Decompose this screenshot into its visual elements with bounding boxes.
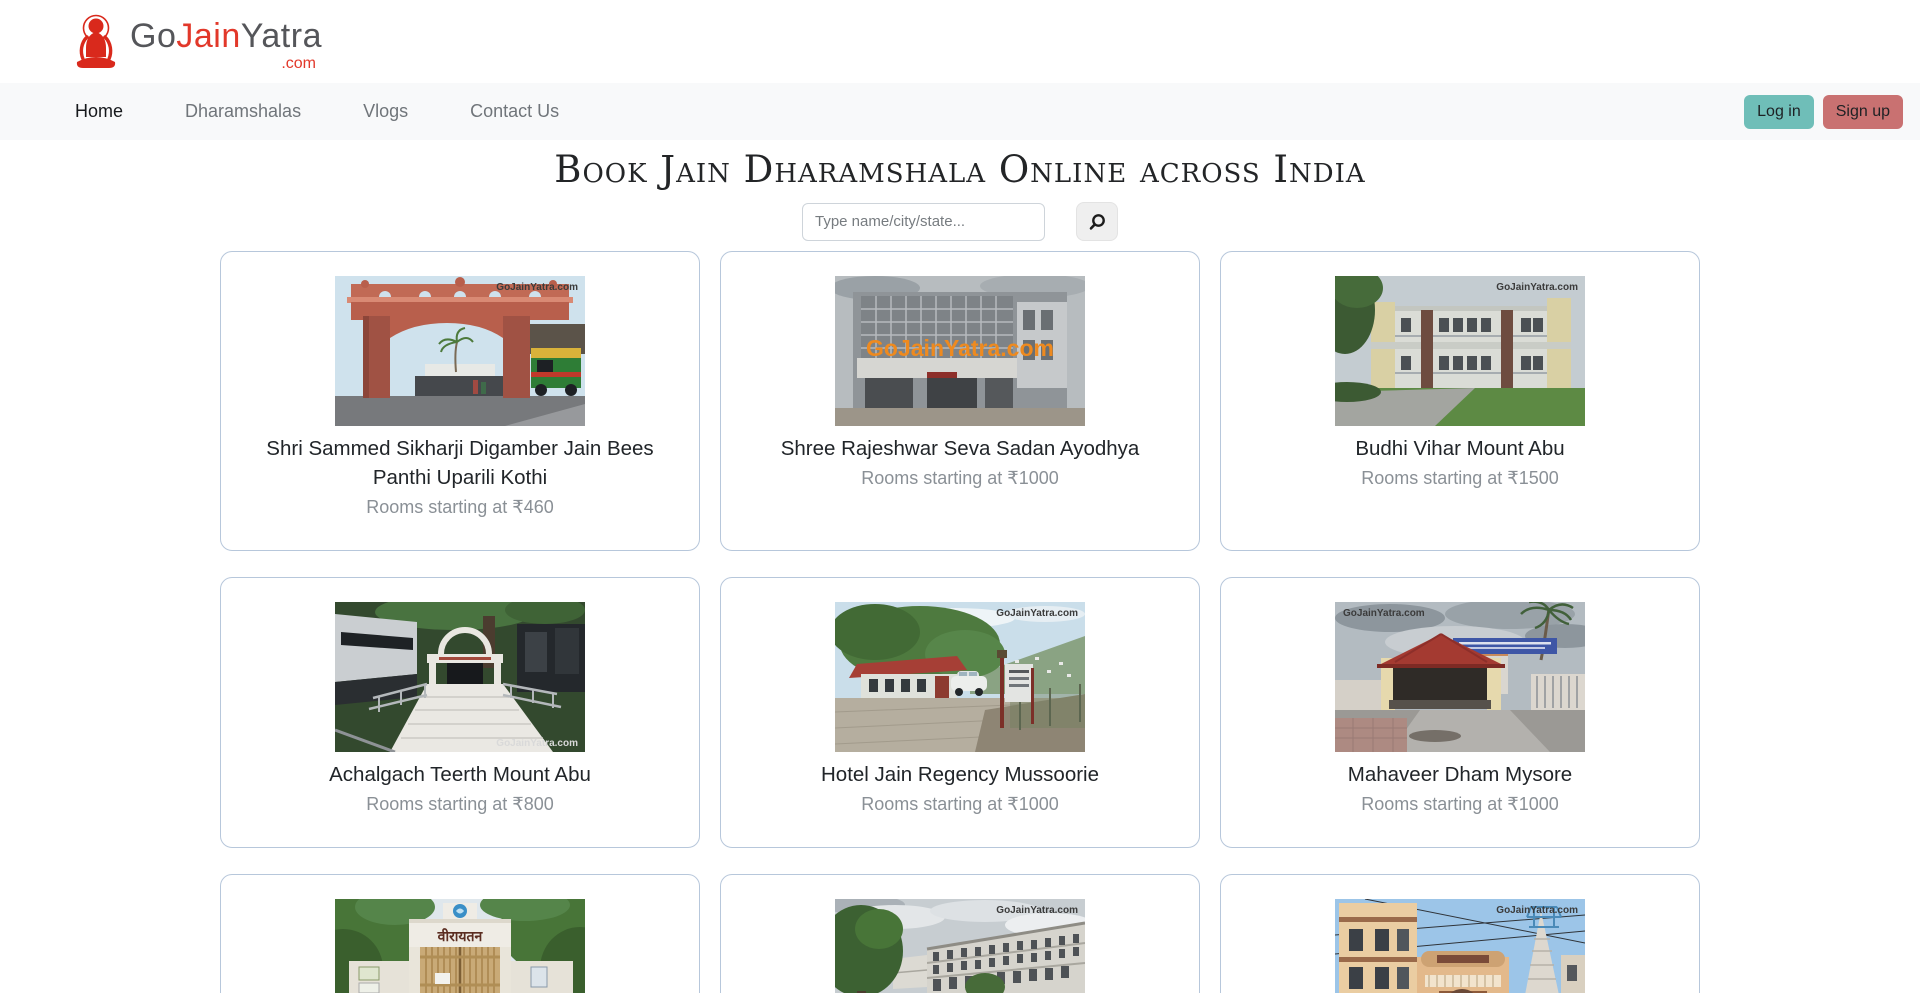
dharamshala-price: Rooms starting at ₹460 [366, 495, 554, 520]
brand-name: GoJainYatra .com [130, 11, 322, 72]
nav-item-home[interactable]: Home [75, 101, 123, 122]
meditating-monk-icon [72, 11, 120, 71]
brand-go: Go [130, 17, 176, 55]
auth-buttons: Log in Sign up [1744, 95, 1903, 129]
photo-watermark: GoJainYatra.com [866, 335, 1054, 361]
photo-watermark: GoJainYatra.com [496, 738, 578, 749]
dharamshala-title: Shree Rajeshwar Seva Sadan Ayodhya [781, 434, 1140, 463]
search-button[interactable] [1076, 202, 1118, 241]
dharamshala-photo: GoJainYatra.com [835, 602, 1085, 752]
dharamshala-card[interactable]: GoJainYatra.com [720, 874, 1200, 993]
site-header: GoJainYatra .com [0, 0, 1920, 83]
brand-jain: Jain [176, 17, 240, 55]
dharamshala-title: Budhi Vihar Mount Abu [1355, 434, 1564, 463]
photo-watermark: GoJainYatra.com [496, 282, 578, 293]
dharamshala-price: Rooms starting at ₹1000 [861, 466, 1059, 491]
dharamshala-photo: GoJainYatra.com [1335, 276, 1585, 426]
brand-yatra: Yatra [241, 17, 322, 55]
dharamshala-card[interactable]: वीरायतन [220, 874, 700, 993]
dharamshala-photo: GoJainYatra.com [835, 276, 1085, 426]
photo-watermark: GoJainYatra.com [996, 905, 1078, 916]
photo-watermark: GoJainYatra.com [1496, 282, 1578, 293]
dharamshala-price: Rooms starting at ₹800 [366, 792, 554, 817]
dharamshala-title: Achalgach Teerth Mount Abu [329, 760, 591, 789]
magnifier-icon [1087, 212, 1107, 232]
dharamshala-price: Rooms starting at ₹1000 [1361, 792, 1559, 817]
dharamshala-price: Rooms starting at ₹1500 [1361, 466, 1559, 491]
search-input[interactable] [802, 203, 1045, 241]
nav-item-contact-us[interactable]: Contact Us [470, 101, 559, 122]
nav-item-dharamshalas[interactable]: Dharamshalas [185, 101, 301, 122]
dharamshala-card[interactable]: GoJainYatra.com Budhi Vihar Mount Abu Ro… [1220, 251, 1700, 551]
signup-button[interactable]: Sign up [1823, 95, 1903, 129]
dharamshala-card[interactable]: GoJainYatra.com Achalgach Teerth Mount A… [220, 577, 700, 848]
dharamshala-photo: GoJainYatra.com [335, 276, 585, 426]
main-navbar: Home Dharamshalas Vlogs Contact Us Log i… [0, 83, 1920, 140]
dharamshala-title: Hotel Jain Regency Mussoorie [821, 760, 1099, 789]
dharamshala-photo: GoJainYatra.com [1335, 602, 1585, 752]
nav-item-vlogs[interactable]: Vlogs [363, 101, 408, 122]
dharamshala-grid: GoJainYatra.com Shri Sammed Sikharji Dig… [220, 251, 1700, 993]
dharamshala-photo: GoJainYatra.com [335, 602, 585, 752]
dharamshala-card[interactable]: GoJainYatra.com Mahaveer Dham Mysore Roo… [1220, 577, 1700, 848]
dharamshala-title: Mahaveer Dham Mysore [1348, 760, 1572, 789]
login-button[interactable]: Log in [1744, 95, 1814, 129]
dharamshala-card[interactable]: GoJainYatra.com [1220, 874, 1700, 993]
dharamshala-card[interactable]: GoJainYatra.com Hotel Jain Regency Musso… [720, 577, 1200, 848]
nav-items: Home Dharamshalas Vlogs Contact Us [75, 101, 1744, 122]
dharamshala-card[interactable]: GoJainYatra.com Shri Sammed Sikharji Dig… [220, 251, 700, 551]
dharamshala-photo: GoJainYatra.com [1335, 899, 1585, 993]
photo-watermark: GoJainYatra.com [996, 608, 1078, 619]
dharamshala-title: Shri Sammed Sikharji Digamber Jain Bees … [237, 434, 683, 492]
dharamshala-price: Rooms starting at ₹1000 [861, 792, 1059, 817]
photo-watermark: GoJainYatra.com [1496, 905, 1578, 916]
page-title: Book Jain Dharamshala Online across Indi… [0, 146, 1920, 194]
search-bar [0, 202, 1920, 241]
dharamshala-card[interactable]: GoJainYatra.com Shree Rajeshwar Seva Sad… [720, 251, 1200, 551]
gate-sign-text: वीरायतन [437, 928, 484, 944]
brand-tld: .com [130, 56, 322, 72]
brand-logo[interactable]: GoJainYatra .com [72, 11, 322, 72]
dharamshala-photo: GoJainYatra.com [835, 899, 1085, 993]
dharamshala-photo: वीरायतन [335, 899, 585, 993]
photo-watermark: GoJainYatra.com [1343, 608, 1425, 619]
